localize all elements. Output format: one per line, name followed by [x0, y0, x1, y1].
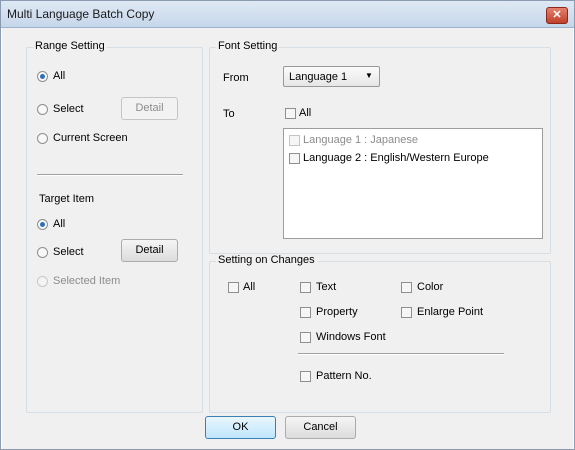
- to-all-label: All: [299, 107, 312, 119]
- dialog-window: Multi Language Batch Copy ✕ Range Settin…: [0, 0, 575, 450]
- from-label: From: [223, 72, 249, 84]
- dialog-client: Range Setting All Select Detail Current …: [2, 28, 573, 449]
- range-current-screen-label: Current Screen: [53, 132, 128, 144]
- range-all-label: All: [53, 70, 66, 82]
- changes-all-checkbox[interactable]: [228, 282, 239, 293]
- range-divider: [37, 174, 183, 176]
- windows-font-checkbox[interactable]: [300, 332, 311, 343]
- color-label: Color: [417, 281, 444, 293]
- setting-on-changes-label: Setting on Changes: [216, 254, 317, 266]
- language-2-label: Language 2 : English/Western Europe: [303, 152, 489, 164]
- from-language-dropdown[interactable]: Language 1 ▼: [283, 66, 380, 87]
- font-setting-label: Font Setting: [216, 40, 280, 52]
- property-label: Property: [316, 306, 358, 318]
- range-detail-button[interactable]: Detail: [121, 97, 178, 120]
- color-checkbox[interactable]: [401, 282, 412, 293]
- target-selected-item-label: Selected Item: [53, 275, 121, 287]
- cancel-button[interactable]: Cancel: [285, 416, 356, 439]
- windows-font-label: Windows Font: [316, 331, 386, 343]
- enlarge-point-label: Enlarge Point: [417, 306, 484, 318]
- enlarge-point-checkbox[interactable]: [401, 307, 412, 318]
- language-1-checkbox[interactable]: [289, 135, 300, 146]
- range-select-radio[interactable]: [37, 104, 48, 115]
- text-label: Text: [316, 281, 337, 293]
- target-all-radio[interactable]: [37, 219, 48, 230]
- target-all-label: All: [53, 218, 66, 230]
- text-checkbox[interactable]: [300, 282, 311, 293]
- range-current-screen-radio[interactable]: [37, 133, 48, 144]
- close-icon: ✕: [552, 9, 562, 21]
- to-all-checkbox[interactable]: [285, 108, 296, 119]
- ok-button[interactable]: OK: [205, 416, 276, 439]
- title-bar: Multi Language Batch Copy ✕: [1, 1, 574, 28]
- close-button[interactable]: ✕: [546, 7, 568, 24]
- target-select-radio[interactable]: [37, 247, 48, 258]
- chevron-down-icon: ▼: [365, 71, 373, 80]
- target-selected-item-radio[interactable]: [37, 276, 48, 287]
- target-select-label: Select: [53, 246, 84, 258]
- to-label: To: [223, 108, 235, 120]
- language-2-checkbox[interactable]: [289, 153, 300, 164]
- from-language-value: Language 1: [289, 71, 348, 83]
- pattern-no-label: Pattern No.: [316, 370, 372, 382]
- target-item-label: Target Item: [39, 193, 95, 205]
- pattern-no-checkbox[interactable]: [300, 371, 311, 382]
- target-language-list[interactable]: Language 1 : Japanese Language 2 : Engli…: [283, 128, 543, 239]
- range-all-radio[interactable]: [37, 71, 48, 82]
- window-title: Multi Language Batch Copy: [7, 7, 155, 21]
- range-select-label: Select: [53, 103, 84, 115]
- changes-divider: [298, 353, 504, 355]
- language-1-label: Language 1 : Japanese: [303, 134, 418, 146]
- changes-all-label: All: [243, 281, 256, 293]
- target-detail-button[interactable]: Detail: [121, 239, 178, 262]
- property-checkbox[interactable]: [300, 307, 311, 318]
- range-setting-label: Range Setting: [33, 40, 107, 52]
